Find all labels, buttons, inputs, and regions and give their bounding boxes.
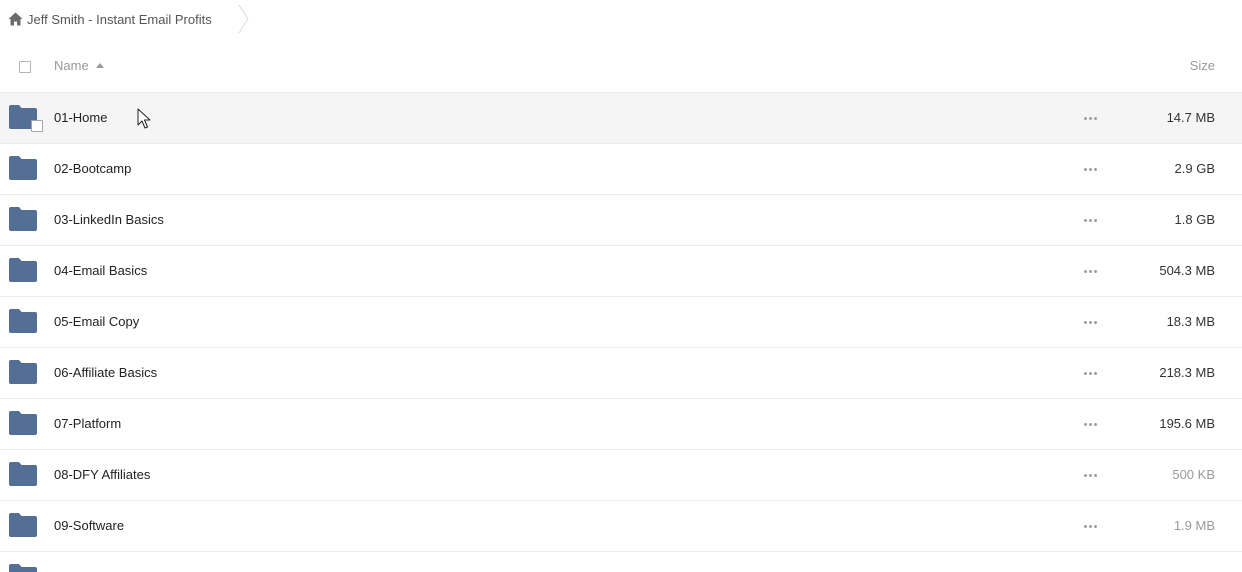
folder-icon — [9, 258, 37, 282]
row-size: 195.6 MB — [1159, 416, 1215, 431]
more-horizontal-icon[interactable] — [1083, 523, 1099, 531]
row-name: 03-LinkedIn Basics — [54, 212, 164, 227]
breadcrumb: Jeff Smith - Instant Email Profits — [0, 0, 1242, 38]
row-name: 06-Affiliate Basics — [54, 365, 158, 380]
row-size: 1.9 MB — [1173, 518, 1215, 533]
row-name: 09-Software — [54, 518, 125, 533]
folder-icon — [9, 564, 37, 572]
more-horizontal-icon[interactable] — [1083, 319, 1099, 327]
table-row[interactable]: 03-LinkedIn Basics 1.8 GB — [0, 195, 1242, 246]
more-horizontal-icon[interactable] — [1083, 268, 1099, 276]
column-header-name[interactable]: Name — [54, 58, 104, 73]
table-header: Name Size — [0, 40, 1242, 93]
table-row[interactable]: 01-Home 14.7 MB — [0, 93, 1242, 144]
table-row[interactable]: 07-Platform 195.6 MB — [0, 399, 1242, 450]
sort-ascending-icon — [95, 62, 104, 68]
row-name: 08-DFY Affiliates — [54, 467, 151, 482]
breadcrumb-separator-icon — [238, 4, 249, 34]
table-row[interactable]: 04-Email Basics 504.3 MB — [0, 246, 1242, 297]
folder-icon — [9, 309, 37, 333]
row-name: 01-Home — [54, 110, 108, 125]
folder-icon — [9, 207, 37, 231]
row-checkbox[interactable] — [31, 120, 43, 132]
folder-icon — [9, 462, 37, 486]
table-row[interactable]: 08-DFY Affiliates 500 KB — [0, 450, 1242, 501]
row-name: 04-Email Basics — [54, 263, 148, 278]
home-icon — [8, 12, 23, 26]
row-size: 2.9 GB — [1174, 161, 1215, 176]
row-size: 1.8 GB — [1174, 212, 1215, 227]
more-horizontal-icon[interactable] — [1083, 421, 1099, 429]
column-header-name-label: Name — [54, 58, 89, 73]
more-horizontal-icon[interactable] — [1083, 217, 1099, 225]
column-header-size[interactable]: Size — [1190, 58, 1215, 73]
row-size: 504.3 MB — [1159, 263, 1215, 278]
more-horizontal-icon[interactable] — [1083, 166, 1099, 174]
more-horizontal-icon[interactable] — [1083, 115, 1099, 123]
table-row[interactable] — [0, 552, 1242, 572]
folder-icon — [9, 411, 37, 435]
breadcrumb-label: Jeff Smith - Instant Email Profits — [27, 11, 212, 27]
more-horizontal-icon[interactable] — [1083, 370, 1099, 378]
file-list: 01-Home 14.7 MB 02-Bootcamp 2.9 GB 03-Li… — [0, 93, 1242, 572]
table-row[interactable]: 02-Bootcamp 2.9 GB — [0, 144, 1242, 195]
row-size: 18.3 MB — [1166, 314, 1215, 329]
row-name: 07-Platform — [54, 416, 122, 431]
table-row[interactable]: 05-Email Copy 18.3 MB — [0, 297, 1242, 348]
select-all-checkbox[interactable] — [19, 61, 31, 73]
row-name: 02-Bootcamp — [54, 161, 132, 176]
more-horizontal-icon[interactable] — [1083, 472, 1099, 480]
row-size: 14.7 MB — [1166, 110, 1215, 125]
folder-icon — [9, 156, 37, 180]
table-row[interactable]: 06-Affiliate Basics 218.3 MB — [0, 348, 1242, 399]
row-name: 05-Email Copy — [54, 314, 140, 329]
row-size: 500 KB — [1172, 467, 1215, 482]
breadcrumb-item-home[interactable]: Jeff Smith - Instant Email Profits — [8, 10, 212, 28]
file-browser: Jeff Smith - Instant Email Profits Name … — [0, 0, 1242, 572]
folder-icon — [9, 360, 37, 384]
row-size: 218.3 MB — [1159, 365, 1215, 380]
folder-icon — [9, 513, 37, 537]
table-row[interactable]: 09-Software 1.9 MB — [0, 501, 1242, 552]
